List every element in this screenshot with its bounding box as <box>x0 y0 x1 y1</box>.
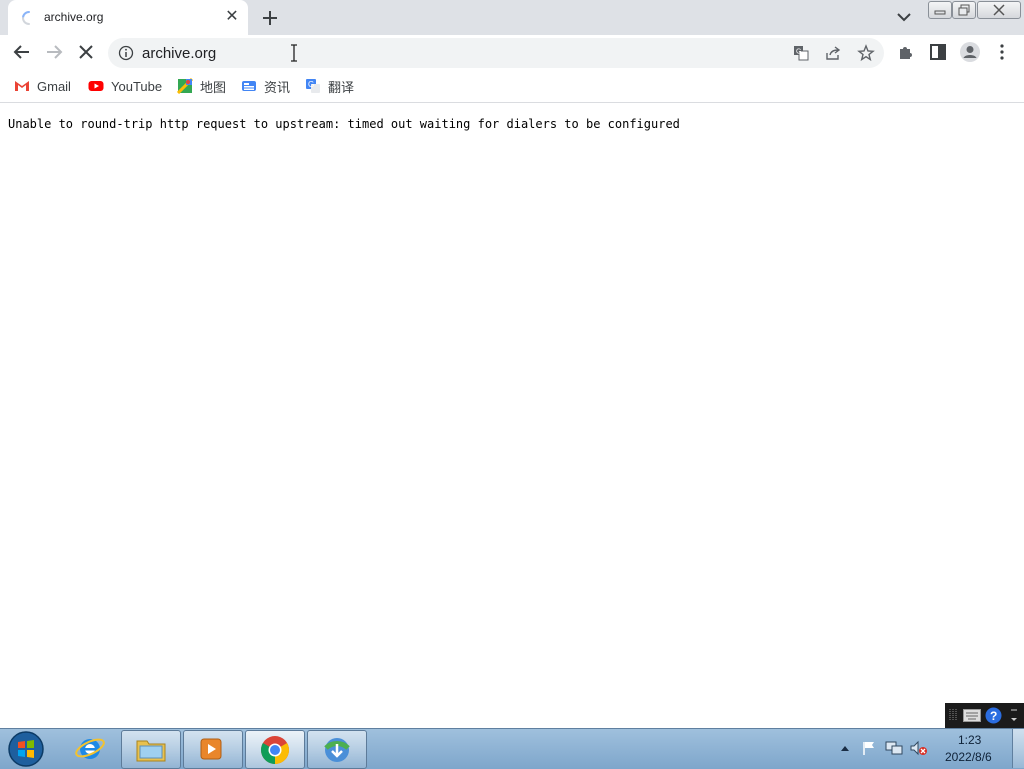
news-icon <box>242 81 256 91</box>
svg-text:G: G <box>308 80 314 89</box>
folder-icon <box>136 740 166 762</box>
translate-page-icon[interactable]: G <box>793 45 809 61</box>
volume-muted-icon[interactable] <box>910 740 928 756</box>
bookmarks-bar: Gmail YouTube 地图 资讯 G 翻译 <box>0 70 1024 103</box>
restore-button[interactable] <box>952 1 976 19</box>
bookmark-news[interactable]: 资讯 <box>241 76 290 96</box>
text-cursor-icon <box>291 44 297 62</box>
bookmark-star-icon[interactable] <box>857 44 875 62</box>
error-message: Unable to round-trip http request to ups… <box>8 117 680 131</box>
bookmark-label: 地图 <box>200 79 227 95</box>
forward-icon[interactable] <box>42 40 66 64</box>
start-button-icon[interactable] <box>6 729 46 769</box>
svg-text:?: ? <box>990 709 997 723</box>
new-tab-icon[interactable] <box>259 7 281 29</box>
site-info-icon[interactable] <box>118 45 134 61</box>
bookmark-label: 资讯 <box>264 79 291 95</box>
media-player-icon <box>200 738 222 760</box>
show-desktop-button[interactable] <box>1012 729 1024 768</box>
gmail-icon <box>15 81 29 91</box>
clock-date[interactable]: 2022/8/6 <box>945 750 992 764</box>
download-manager-icon <box>324 738 350 762</box>
tab-archive[interactable]: archive.org ✕ <box>8 0 248 35</box>
browser-toolbar: archive.org G <box>0 35 1024 70</box>
bookmark-label: Gmail <box>37 78 71 94</box>
close-icon <box>993 4 1005 16</box>
bookmark-youtube[interactable]: YouTube <box>88 76 162 96</box>
loading-spinner-icon <box>22 11 30 25</box>
address-bar[interactable]: archive.org G <box>108 38 884 68</box>
stop-loading-icon[interactable] <box>74 40 98 64</box>
tab-strip: archive.org ✕ <box>0 0 1024 35</box>
svg-text:G: G <box>796 49 801 56</box>
language-bar-options-icon[interactable] <box>1009 707 1019 724</box>
bookmark-maps[interactable]: 地图 <box>177 76 226 96</box>
clock-time[interactable]: 1:23 <box>958 733 981 747</box>
internet-explorer-icon[interactable] <box>74 732 106 764</box>
close-tab-icon[interactable]: ✕ <box>223 8 241 26</box>
minimize-icon <box>934 10 946 15</box>
translate-icon: G <box>306 79 320 93</box>
taskbar-file-explorer[interactable] <box>121 730 181 769</box>
taskbar-media-player[interactable] <box>183 730 243 769</box>
grip-icon <box>949 709 957 721</box>
side-panel-icon[interactable] <box>926 40 950 64</box>
url-text[interactable]: archive.org <box>142 45 216 62</box>
extensions-icon[interactable] <box>894 40 918 64</box>
network-icon[interactable] <box>885 740 903 756</box>
help-icon[interactable]: ? <box>985 707 1002 724</box>
taskbar: 1:23 2022/8/6 <box>0 728 1024 769</box>
page-content: Unable to round-trip http request to ups… <box>0 103 1024 727</box>
profile-avatar-icon[interactable] <box>958 40 982 64</box>
show-hidden-icons-icon[interactable] <box>840 744 850 752</box>
taskbar-chrome[interactable] <box>245 730 305 769</box>
chevron-down-icon[interactable] <box>895 9 913 25</box>
back-icon[interactable] <box>10 40 34 64</box>
language-bar: ? <box>945 703 1024 728</box>
youtube-icon <box>88 81 104 91</box>
action-center-flag-icon[interactable] <box>861 740 877 756</box>
more-menu-icon[interactable] <box>990 40 1014 64</box>
bookmark-translate[interactable]: G 翻译 <box>305 76 354 96</box>
bookmark-gmail[interactable]: Gmail <box>14 76 71 96</box>
maps-icon <box>177 78 193 94</box>
taskbar-download-manager[interactable] <box>307 730 367 769</box>
keyboard-icon[interactable] <box>963 709 981 722</box>
chrome-icon <box>261 736 289 764</box>
tab-title: archive.org <box>44 10 104 24</box>
minimize-button[interactable] <box>928 1 952 19</box>
share-icon[interactable] <box>825 45 842 61</box>
bookmark-label: 翻译 <box>328 79 355 95</box>
close-window-button[interactable] <box>977 1 1021 19</box>
restore-icon <box>958 4 970 16</box>
bookmark-label: YouTube <box>111 78 163 94</box>
